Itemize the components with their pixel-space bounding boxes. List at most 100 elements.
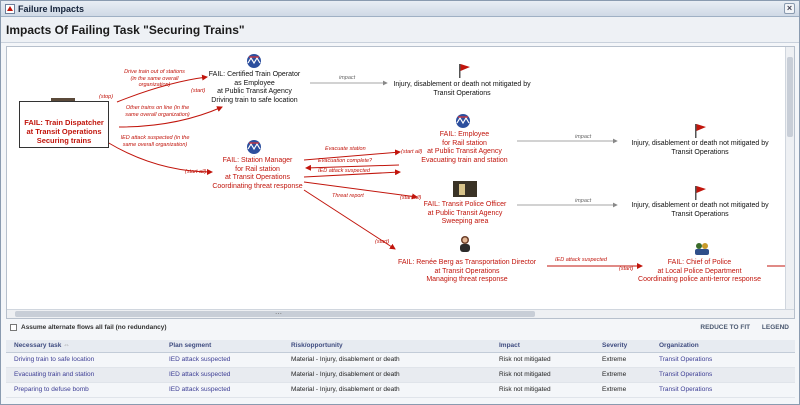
column-header-plan-segment[interactable]: Plan segment: [161, 340, 283, 353]
cell-severity: Extreme: [594, 382, 651, 398]
node-label: Sweeping area: [441, 218, 489, 225]
node-label: for Rail station: [442, 139, 487, 147]
node-label: at Transit Operations: [434, 267, 500, 275]
node-transit-police-officer[interactable]: FAIL: Transit Police Officer at Public T…: [415, 201, 515, 227]
node-label: FAIL: Station Manager: [222, 157, 293, 164]
reduce-to-fit-button[interactable]: REDUCE TO FIT: [700, 324, 750, 331]
cell-organization[interactable]: Transit Operations: [651, 352, 795, 368]
node-employee[interactable]: FAIL: Employee for Rail station at Publi…: [407, 131, 522, 165]
cell-impact: Risk not mitigated: [491, 382, 594, 398]
cell-organization[interactable]: Transit Operations: [651, 367, 795, 383]
node-start-train-dispatcher[interactable]: FAIL: Train Dispatcher at Transit Operat…: [19, 101, 109, 148]
node-label: Coordinating threat response: [212, 182, 303, 190]
node-label: at Public Transit Agency: [217, 88, 292, 95]
page-title: Impacts Of Failing Task "Securing Trains…: [1, 17, 799, 43]
edge-label-ied-org: IED attack suspected (in the same overal…: [120, 135, 190, 148]
node-label: Transit Operations: [433, 89, 491, 97]
cell-severity: Extreme: [594, 352, 651, 368]
node-label: FAIL: Chief of Police: [667, 259, 732, 266]
node-label: Injury, disablement or death not mitigat…: [631, 140, 769, 147]
sort-icon[interactable]: ⇔: [63, 342, 70, 349]
vertical-scrollbar[interactable]: [785, 47, 794, 310]
edge-label-ied-2: IED attack suspected: [555, 257, 607, 263]
impact-graph[interactable]: FAIL: Train Dispatcher at Transit Operat…: [6, 46, 795, 319]
transit-agency-icon: [247, 140, 261, 154]
legend-button[interactable]: LEGEND: [762, 324, 789, 331]
node-label: FAIL: Certified Train Operator: [208, 71, 301, 78]
cell-impact: Risk not mitigated: [491, 367, 594, 383]
edge-label-start: (start): [191, 88, 206, 94]
node-label: FAIL: Train Dispatcher at Transit Operat…: [24, 118, 104, 145]
node-chief-of-police[interactable]: FAIL: Chief of Police at Local Police De…: [632, 259, 767, 285]
node-label: at Public Transit Agency: [427, 209, 503, 217]
column-header-severity[interactable]: Severity: [594, 340, 651, 353]
cell-task[interactable]: Evacuating train and station: [6, 367, 161, 383]
app-icon: [5, 3, 15, 14]
close-icon[interactable]: ×: [784, 3, 795, 14]
table-row[interactable]: Preparing to defuse bomb IED attack susp…: [6, 382, 795, 398]
horizontal-scrollbar[interactable]: ⋯: [7, 309, 794, 318]
edge-label-start: (start): [619, 266, 634, 272]
node-label: at Local Police Department: [657, 267, 742, 275]
scroll-thumb[interactable]: [787, 57, 793, 137]
node-label: FAIL: Employee: [439, 131, 490, 138]
police-officer-photo-icon: [453, 181, 477, 197]
node-label: Injury, disablement or death not mitigat…: [393, 81, 531, 88]
edge-label-other-trains: Other trains on line (in the same overal…: [125, 105, 190, 118]
grip-icon: ⋯: [275, 311, 282, 318]
edge-label-impact: impact: [575, 134, 592, 140]
flag-icon: [695, 124, 706, 138]
edge-label-evacuate: Evacuate station: [325, 146, 366, 152]
table-header-row: Necessary task ⇔ Plan segment Risk/oppor…: [6, 340, 795, 353]
table-row[interactable]: Driving train to safe location IED attac…: [6, 352, 795, 368]
node-impact-1[interactable]: Injury, disablement or death not mitigat…: [392, 81, 532, 98]
edge-label-drive-train: Drive train out of stations (in the same…: [124, 69, 185, 88]
title-bar: Failure Impacts ×: [1, 1, 799, 17]
edge-label-impact: impact: [575, 198, 592, 204]
cell-plan-segment[interactable]: IED attack suspected: [161, 367, 283, 383]
cell-task[interactable]: Preparing to defuse bomb: [6, 382, 161, 398]
table-row[interactable]: Evacuating train and station IED attack …: [6, 367, 795, 383]
column-header-organization[interactable]: Organization: [651, 340, 795, 353]
node-label: at Public Transit Agency: [427, 148, 502, 155]
node-impact-2[interactable]: Injury, disablement or death not mitigat…: [625, 140, 775, 157]
node-station-manager[interactable]: FAIL: Station Manager for Rail station a…: [210, 157, 305, 191]
failure-impacts-window: Failure Impacts × Impacts Of Failing Tas…: [0, 0, 800, 405]
node-label: at Transit Operations: [225, 174, 290, 181]
node-label: Transit Operations: [671, 210, 729, 218]
node-label: Transit Operations: [671, 148, 729, 156]
edge-label-evac-complete: Evacuation complete?: [318, 158, 373, 164]
options-bar: Assume alternate flows all fail (no redu…: [6, 321, 795, 335]
column-header-risk[interactable]: Risk/opportunity: [283, 340, 491, 353]
person-avatar-icon: [460, 236, 470, 252]
cell-risk: Material - Injury, disablement or death: [283, 382, 491, 398]
impacts-table: Necessary task ⇔ Plan segment Risk/oppor…: [6, 340, 795, 398]
transit-agency-icon: [247, 54, 261, 68]
node-train-operator[interactable]: FAIL: Certified Train Operator as Employ…: [202, 71, 307, 105]
edge-label-start-all: (start all): [401, 149, 423, 155]
edge-label-stop: (stop): [99, 94, 114, 100]
cell-organization[interactable]: Transit Operations: [651, 382, 795, 398]
edge-label-start: (start): [375, 239, 390, 245]
node-label: Coordinating police anti-terror response: [638, 276, 761, 283]
cell-task[interactable]: Driving train to safe location: [6, 352, 161, 368]
cell-plan-segment[interactable]: IED attack suspected: [161, 352, 283, 368]
column-header-necessary-task[interactable]: Necessary task ⇔: [6, 340, 161, 353]
edge-label-ied: IED attack suspected: [318, 168, 370, 174]
node-renee-berg[interactable]: FAIL: Renée Berg as Transportation Direc…: [392, 259, 542, 285]
assume-fail-checkbox[interactable]: [10, 324, 17, 331]
assume-fail-label: Assume alternate flows all fail (no redu…: [21, 324, 167, 331]
column-header-label: Necessary task: [14, 342, 62, 350]
column-header-impact[interactable]: Impact: [491, 340, 594, 353]
node-label: Evacuating train and station: [421, 156, 508, 164]
node-label: for Rail station: [235, 165, 280, 173]
node-label: Managing threat response: [426, 276, 508, 283]
edge-label-threat-report: Threat report: [332, 193, 364, 199]
transit-agency-icon: [456, 114, 470, 128]
node-label: as Employee: [234, 79, 275, 87]
edge-label-start-all: (start all): [400, 195, 422, 201]
cell-plan-segment[interactable]: IED attack suspected: [161, 382, 283, 398]
cell-severity: Extreme: [594, 367, 651, 383]
node-impact-3[interactable]: Injury, disablement or death not mitigat…: [625, 202, 775, 219]
edge-label-impact: impact: [339, 75, 356, 81]
